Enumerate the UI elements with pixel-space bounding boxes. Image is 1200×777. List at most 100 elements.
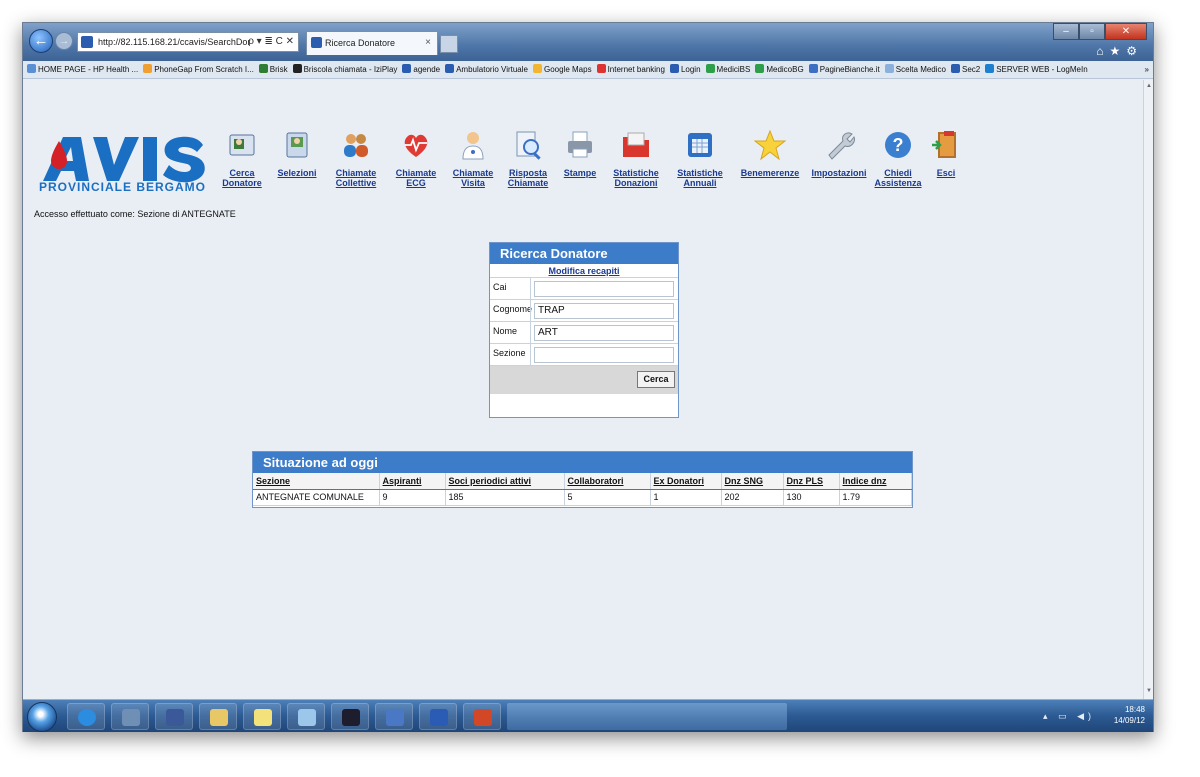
table-cell: 1.79 [839,489,912,506]
toolbar-item-chiedi-assistenza[interactable]: ? Chiedi Assistenza [870,129,926,193]
table-cell: 1 [650,489,722,506]
nome-input[interactable]: ART [534,325,674,341]
taskbar-app-icon[interactable] [111,703,149,730]
back-button[interactable]: ← [29,29,53,53]
column-header[interactable]: Collaboratori [564,473,651,490]
taskbar-media-icon[interactable] [331,703,369,730]
browser-tools-icons[interactable]: ⌂★⚙ [1096,44,1143,58]
tab-close-icon[interactable]: × [425,32,431,54]
cerca-button[interactable]: Cerca [637,371,675,388]
taskbar-word-icon[interactable] [419,703,457,730]
taskbar-network-icon[interactable] [375,703,413,730]
maximize-button[interactable]: ▫ [1079,23,1105,40]
table-cell: ANTEGNATE COMUNALE [253,489,380,506]
toolbar-item-chiamate-visita[interactable]: Chiamate Visita [446,129,500,193]
toolbar-label: Chiamate [507,178,549,188]
scroll-down-icon[interactable]: ▼ [1145,688,1153,696]
minimize-button[interactable]: – [1053,23,1079,40]
toolbar-item-selezioni[interactable]: Selezioni [268,129,326,193]
column-header[interactable]: Ex Donatori [650,473,722,490]
favorite-link[interactable]: HOME PAGE - HP Health ... [27,61,138,78]
toolbar-item-statistiche-donazioni[interactable]: Statistiche Donazioni [604,129,668,193]
column-header[interactable]: Aspiranti [379,473,446,490]
favorite-label: Brisk [269,65,288,74]
modifica-recapiti-link[interactable]: Modifica recapiti [490,264,678,278]
favorite-link[interactable]: Ambulatorio Virtuale [445,61,528,78]
favorite-link[interactable]: agende [402,61,440,78]
spreadsheet-icon [688,133,712,157]
field-label-cai: Cai [493,282,507,292]
taskbar-facebook-icon[interactable] [155,703,193,730]
toolbar-item-impostazioni[interactable]: Impostazioni [808,129,870,193]
toolbar-label: Statistiche [613,168,659,178]
favorite-link[interactable]: Brisk [258,61,288,78]
field-label-nome: Nome [493,326,518,336]
search-panel-title: Ricerca Donatore [490,243,678,264]
toolbar-item-statistiche-annuali[interactable]: Statistiche Annuali [668,129,732,193]
column-header[interactable]: Sezione [253,473,380,490]
toolbar-label: Chiedi [884,168,912,178]
favorite-link[interactable]: PhoneGap From Scratch I... [143,61,254,78]
forward-button[interactable]: → [55,32,73,50]
magnifier-document-icon [516,131,541,160]
favorite-link[interactable]: MediciBS [705,61,750,78]
sezione-input[interactable] [534,347,674,363]
taskbar-ie-icon[interactable] [67,703,105,730]
favorite-link[interactable]: Internet banking [596,61,665,78]
windows-taskbar: ▴ ▭ ◀) 18:48 14/09/12 [23,699,1153,732]
toolbar-item-chiamate-collettive[interactable]: Chiamate Collettive [326,129,386,193]
favorite-icon [292,64,302,73]
situation-panel: Situazione ad oggi Sezione Aspiranti Soci … [252,451,913,508]
address-controls[interactable]: ρ ▾ ≣ C ✕ [248,33,294,51]
toolbar-item-risposta-chiamate[interactable]: Risposta Chiamate [500,129,556,193]
toolbar-item-esci[interactable]: Esci [926,129,966,193]
favorite-link[interactable]: MedicoBG [755,61,804,78]
clock-date: 14/09/12 [1113,716,1145,725]
favorite-link[interactable]: Scelta Medico [884,61,946,78]
favorite-link[interactable]: SERVER WEB - LogMeIn [985,61,1088,78]
toolbar-item-chiamate-ecg[interactable]: Chiamate ECG [386,129,446,193]
favorite-label: PhoneGap From Scratch I... [154,65,254,74]
start-button[interactable] [27,702,57,732]
tray-icons[interactable]: ▴ ▭ ◀) [1043,711,1095,722]
favorite-icon [143,64,153,73]
taskbar-notes-icon[interactable] [243,703,281,730]
toolbar-label: Impostazioni [811,168,867,178]
favorite-icon [755,64,765,73]
clock-time: 18:48 [1124,705,1145,714]
favorite-link[interactable]: Sec2 [950,61,980,78]
column-header[interactable]: Soci periodici attivi [445,473,565,490]
column-header[interactable]: Dnz SNG [721,473,784,490]
clock[interactable]: 18:48 14/09/12 [1114,704,1145,726]
tab-ricerca-donatore[interactable]: Ricerca Donatore × [306,31,438,55]
toolbar-label: Donazioni [614,178,658,188]
toolbar-item-stampe[interactable]: Stampe [556,129,604,193]
column-header[interactable]: Indice dnz [839,473,912,490]
close-window-button[interactable]: ✕ [1105,23,1147,40]
column-header[interactable]: Dnz PLS [783,473,840,490]
vertical-scrollbar[interactable]: ▲ ▼ [1143,80,1153,699]
favorite-link[interactable]: Google Maps [532,61,592,78]
favorite-icon [27,64,36,73]
field-row-cai: Cai [490,278,678,300]
toolbar-item-benemerenze[interactable]: Benemerenze [732,129,808,193]
cai-input[interactable] [534,281,674,297]
scroll-up-icon[interactable]: ▲ [1145,83,1153,91]
favorite-link[interactable]: PagineBianche.it [808,61,880,78]
toolbar-item-cerca-donatore[interactable]: Cerca Donatore [216,129,268,193]
favorite-link[interactable]: Briscola chiamata - IziPlay [292,61,397,78]
toolbar-label: Chiamate [395,168,437,178]
toolbar-label: Stampe [563,168,597,178]
taskbar-powerpoint-icon[interactable] [463,703,501,730]
taskbar-explorer-icon[interactable] [199,703,237,730]
toolbar-label: Esci [936,168,956,178]
favorites-more-icon[interactable]: » [1145,61,1149,78]
favorite-link[interactable]: Login [669,61,701,78]
cognome-input[interactable]: TRAP [534,303,674,319]
taskbar-app2-icon[interactable] [287,703,325,730]
doctor-icon [462,132,484,160]
favorite-icon [445,64,455,73]
address-bar[interactable]: http://82.115.168.21/ccavis/SearchDor ρ … [77,32,299,52]
toolbar-label: Collettive [335,178,377,188]
new-tab-button[interactable] [440,35,458,53]
